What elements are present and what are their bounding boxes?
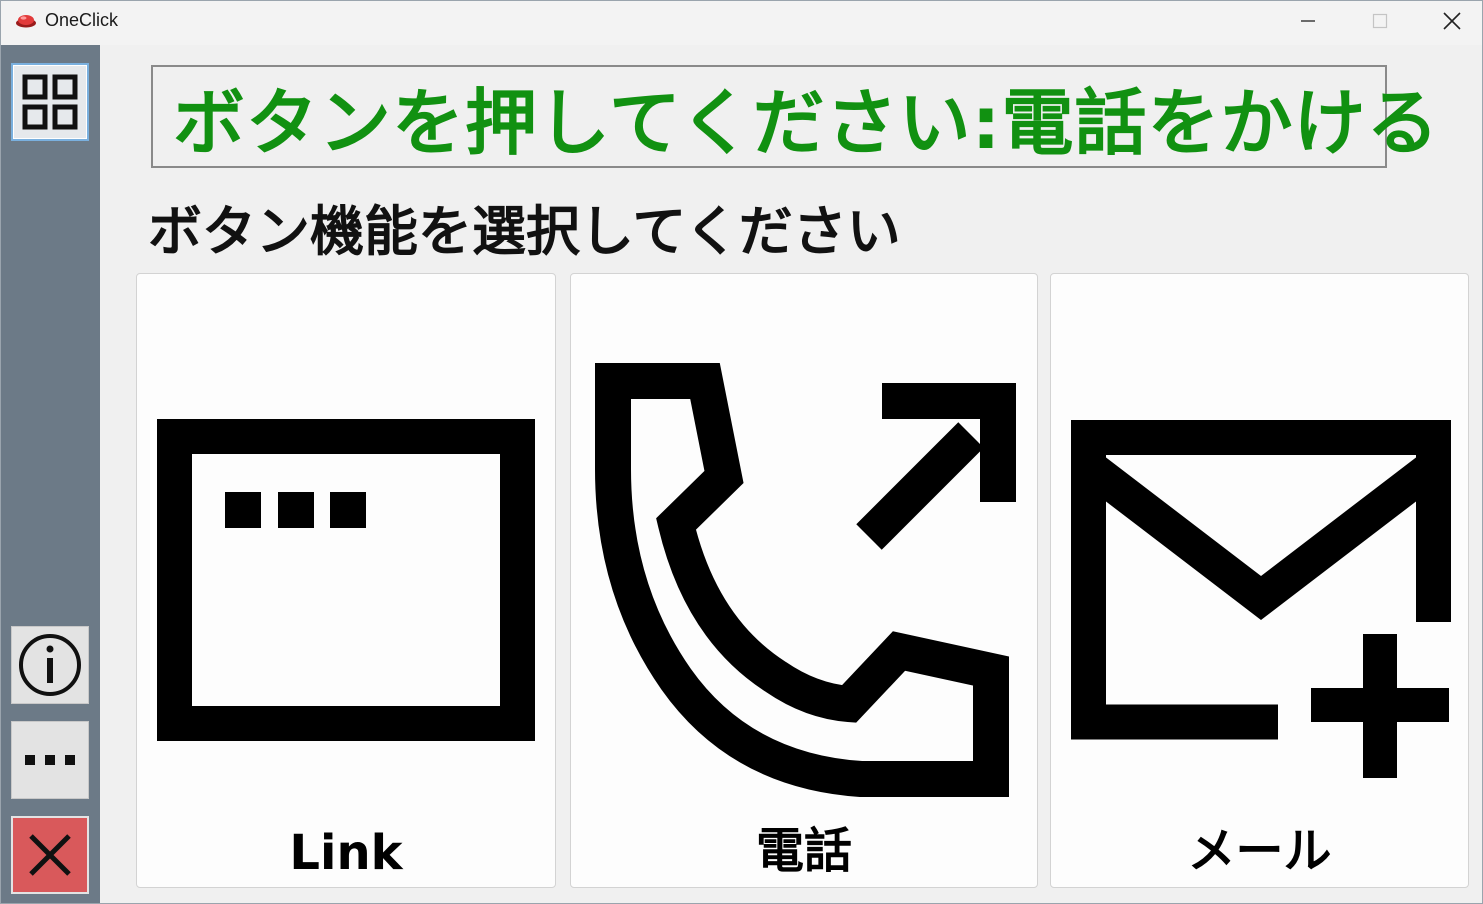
sidebar xyxy=(1,45,100,903)
more-button[interactable] xyxy=(11,721,89,799)
phone-function-button[interactable]: 電話 xyxy=(570,273,1038,888)
mail-add-icon xyxy=(1071,420,1451,778)
phone-label: 電話 xyxy=(755,823,852,879)
exit-button[interactable] xyxy=(11,816,89,894)
link-function-button[interactable]: Link xyxy=(136,273,556,888)
close-icon xyxy=(1443,12,1461,30)
status-text: ボタンを押してください:電話をかける xyxy=(173,81,1440,165)
grid-icon xyxy=(22,74,78,130)
maximize-icon xyxy=(1372,13,1388,29)
app-logo-icon xyxy=(16,15,36,28)
mail-function-button[interactable]: メール xyxy=(1050,273,1469,888)
menu-grid-button[interactable] xyxy=(11,63,89,141)
mail-label: メール xyxy=(1187,823,1332,879)
phone-outgoing-icon xyxy=(595,363,1016,797)
more-icon xyxy=(25,755,75,765)
minimize-icon xyxy=(1301,20,1315,22)
maximize-button[interactable] xyxy=(1345,1,1415,41)
window-close-button[interactable] xyxy=(1417,1,1483,41)
close-icon xyxy=(29,834,71,876)
app-window: OneClick ボタンを押してください:電話をかける ボタン機能を選択してくだ… xyxy=(0,0,1483,904)
browser-window-icon xyxy=(157,419,535,741)
info-icon xyxy=(19,634,81,696)
status-display: ボタンを押してください:電話をかける xyxy=(151,65,1438,168)
info-button[interactable] xyxy=(11,626,89,704)
minimize-button[interactable] xyxy=(1273,1,1343,41)
title-bar: OneClick xyxy=(1,1,1482,45)
instruction-heading: ボタン機能を選択してください xyxy=(148,200,901,263)
window-title: OneClick xyxy=(45,10,119,30)
link-label: Link xyxy=(289,825,403,881)
